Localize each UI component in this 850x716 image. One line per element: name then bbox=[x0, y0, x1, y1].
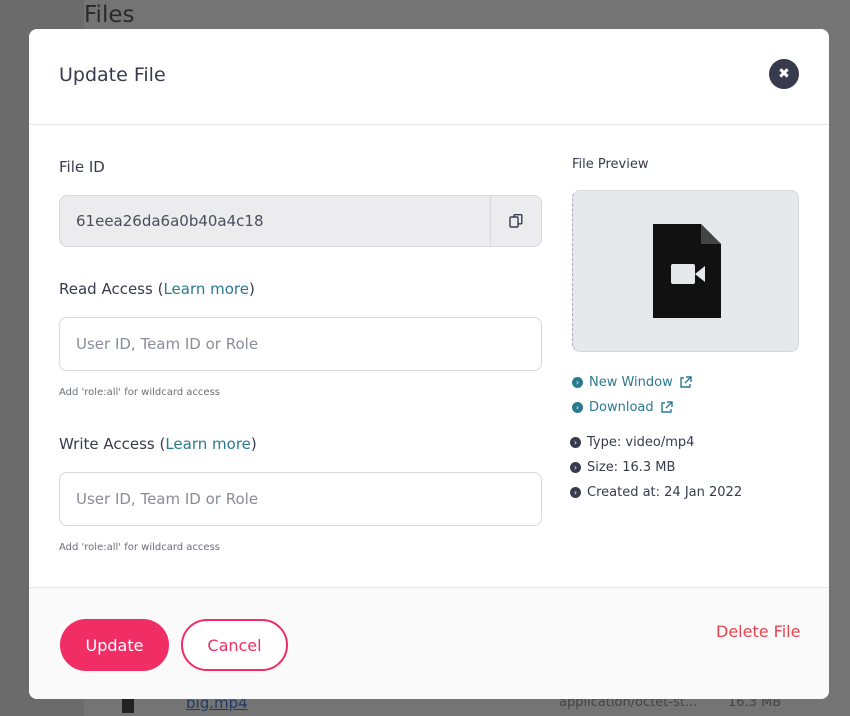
write-access-label: Write Access (Learn more) bbox=[59, 435, 257, 453]
file-id-field: 61eea26da6a0b40a4c18 bbox=[59, 195, 542, 247]
chevron-right-icon: › bbox=[570, 487, 581, 498]
chevron-right-icon: › bbox=[570, 462, 581, 473]
meta-type-text: Type: video/mp4 bbox=[587, 435, 695, 450]
delete-file-button[interactable]: Delete File bbox=[716, 622, 800, 641]
download-label: Download bbox=[589, 400, 654, 415]
read-access-label-prefix: Read Access ( bbox=[59, 280, 164, 298]
meta-size: › Size: 16.3 MB bbox=[570, 460, 675, 475]
write-access-input[interactable] bbox=[59, 472, 542, 526]
modal-footer: Update Cancel Delete File bbox=[29, 587, 829, 699]
file-video-icon bbox=[652, 224, 721, 318]
download-link[interactable]: › Download bbox=[572, 400, 673, 415]
modal-header: Update File ✖ bbox=[29, 29, 829, 125]
chevron-right-icon: › bbox=[570, 437, 581, 448]
file-id-value: 61eea26da6a0b40a4c18 bbox=[76, 212, 264, 230]
close-icon: ✖ bbox=[778, 66, 790, 82]
write-access-label-suffix: ) bbox=[250, 435, 257, 453]
update-file-modal: Update File ✖ File ID 61eea26da6a0b40a4c… bbox=[29, 29, 829, 699]
new-window-label: New Window bbox=[589, 375, 673, 390]
file-preview[interactable] bbox=[572, 190, 799, 352]
read-access-learn-more-link[interactable]: Learn more bbox=[163, 280, 249, 298]
close-button[interactable]: ✖ bbox=[769, 59, 799, 89]
meta-created-text: Created at: 24 Jan 2022 bbox=[587, 485, 743, 500]
new-window-link[interactable]: › New Window bbox=[572, 375, 692, 390]
external-link-icon bbox=[680, 376, 692, 388]
write-access-hint: Add 'role:all' for wildcard access bbox=[59, 542, 221, 553]
update-button[interactable]: Update bbox=[60, 619, 169, 671]
external-link-icon bbox=[660, 401, 673, 413]
background-page-title: Files bbox=[84, 2, 135, 28]
read-access-label-suffix: ) bbox=[248, 280, 255, 298]
write-access-label-prefix: Write Access ( bbox=[59, 435, 166, 453]
file-icon bbox=[122, 698, 134, 713]
cancel-button[interactable]: Cancel bbox=[181, 619, 288, 671]
meta-created: › Created at: 24 Jan 2022 bbox=[570, 485, 742, 500]
read-access-input[interactable] bbox=[59, 317, 542, 371]
meta-size-text: Size: 16.3 MB bbox=[587, 460, 676, 475]
meta-type: › Type: video/mp4 bbox=[570, 435, 694, 450]
write-access-learn-more-link[interactable]: Learn more bbox=[165, 435, 251, 453]
read-access-hint: Add 'role:all' for wildcard access bbox=[59, 387, 221, 398]
modal-title: Update File bbox=[59, 64, 166, 86]
copy-icon bbox=[509, 214, 523, 228]
read-access-label: Read Access (Learn more) bbox=[59, 280, 255, 298]
chevron-right-icon: › bbox=[572, 402, 583, 413]
file-id-label: File ID bbox=[59, 158, 105, 176]
copy-button[interactable] bbox=[490, 196, 541, 246]
chevron-right-icon: › bbox=[572, 377, 583, 388]
file-preview-label: File Preview bbox=[572, 157, 649, 172]
